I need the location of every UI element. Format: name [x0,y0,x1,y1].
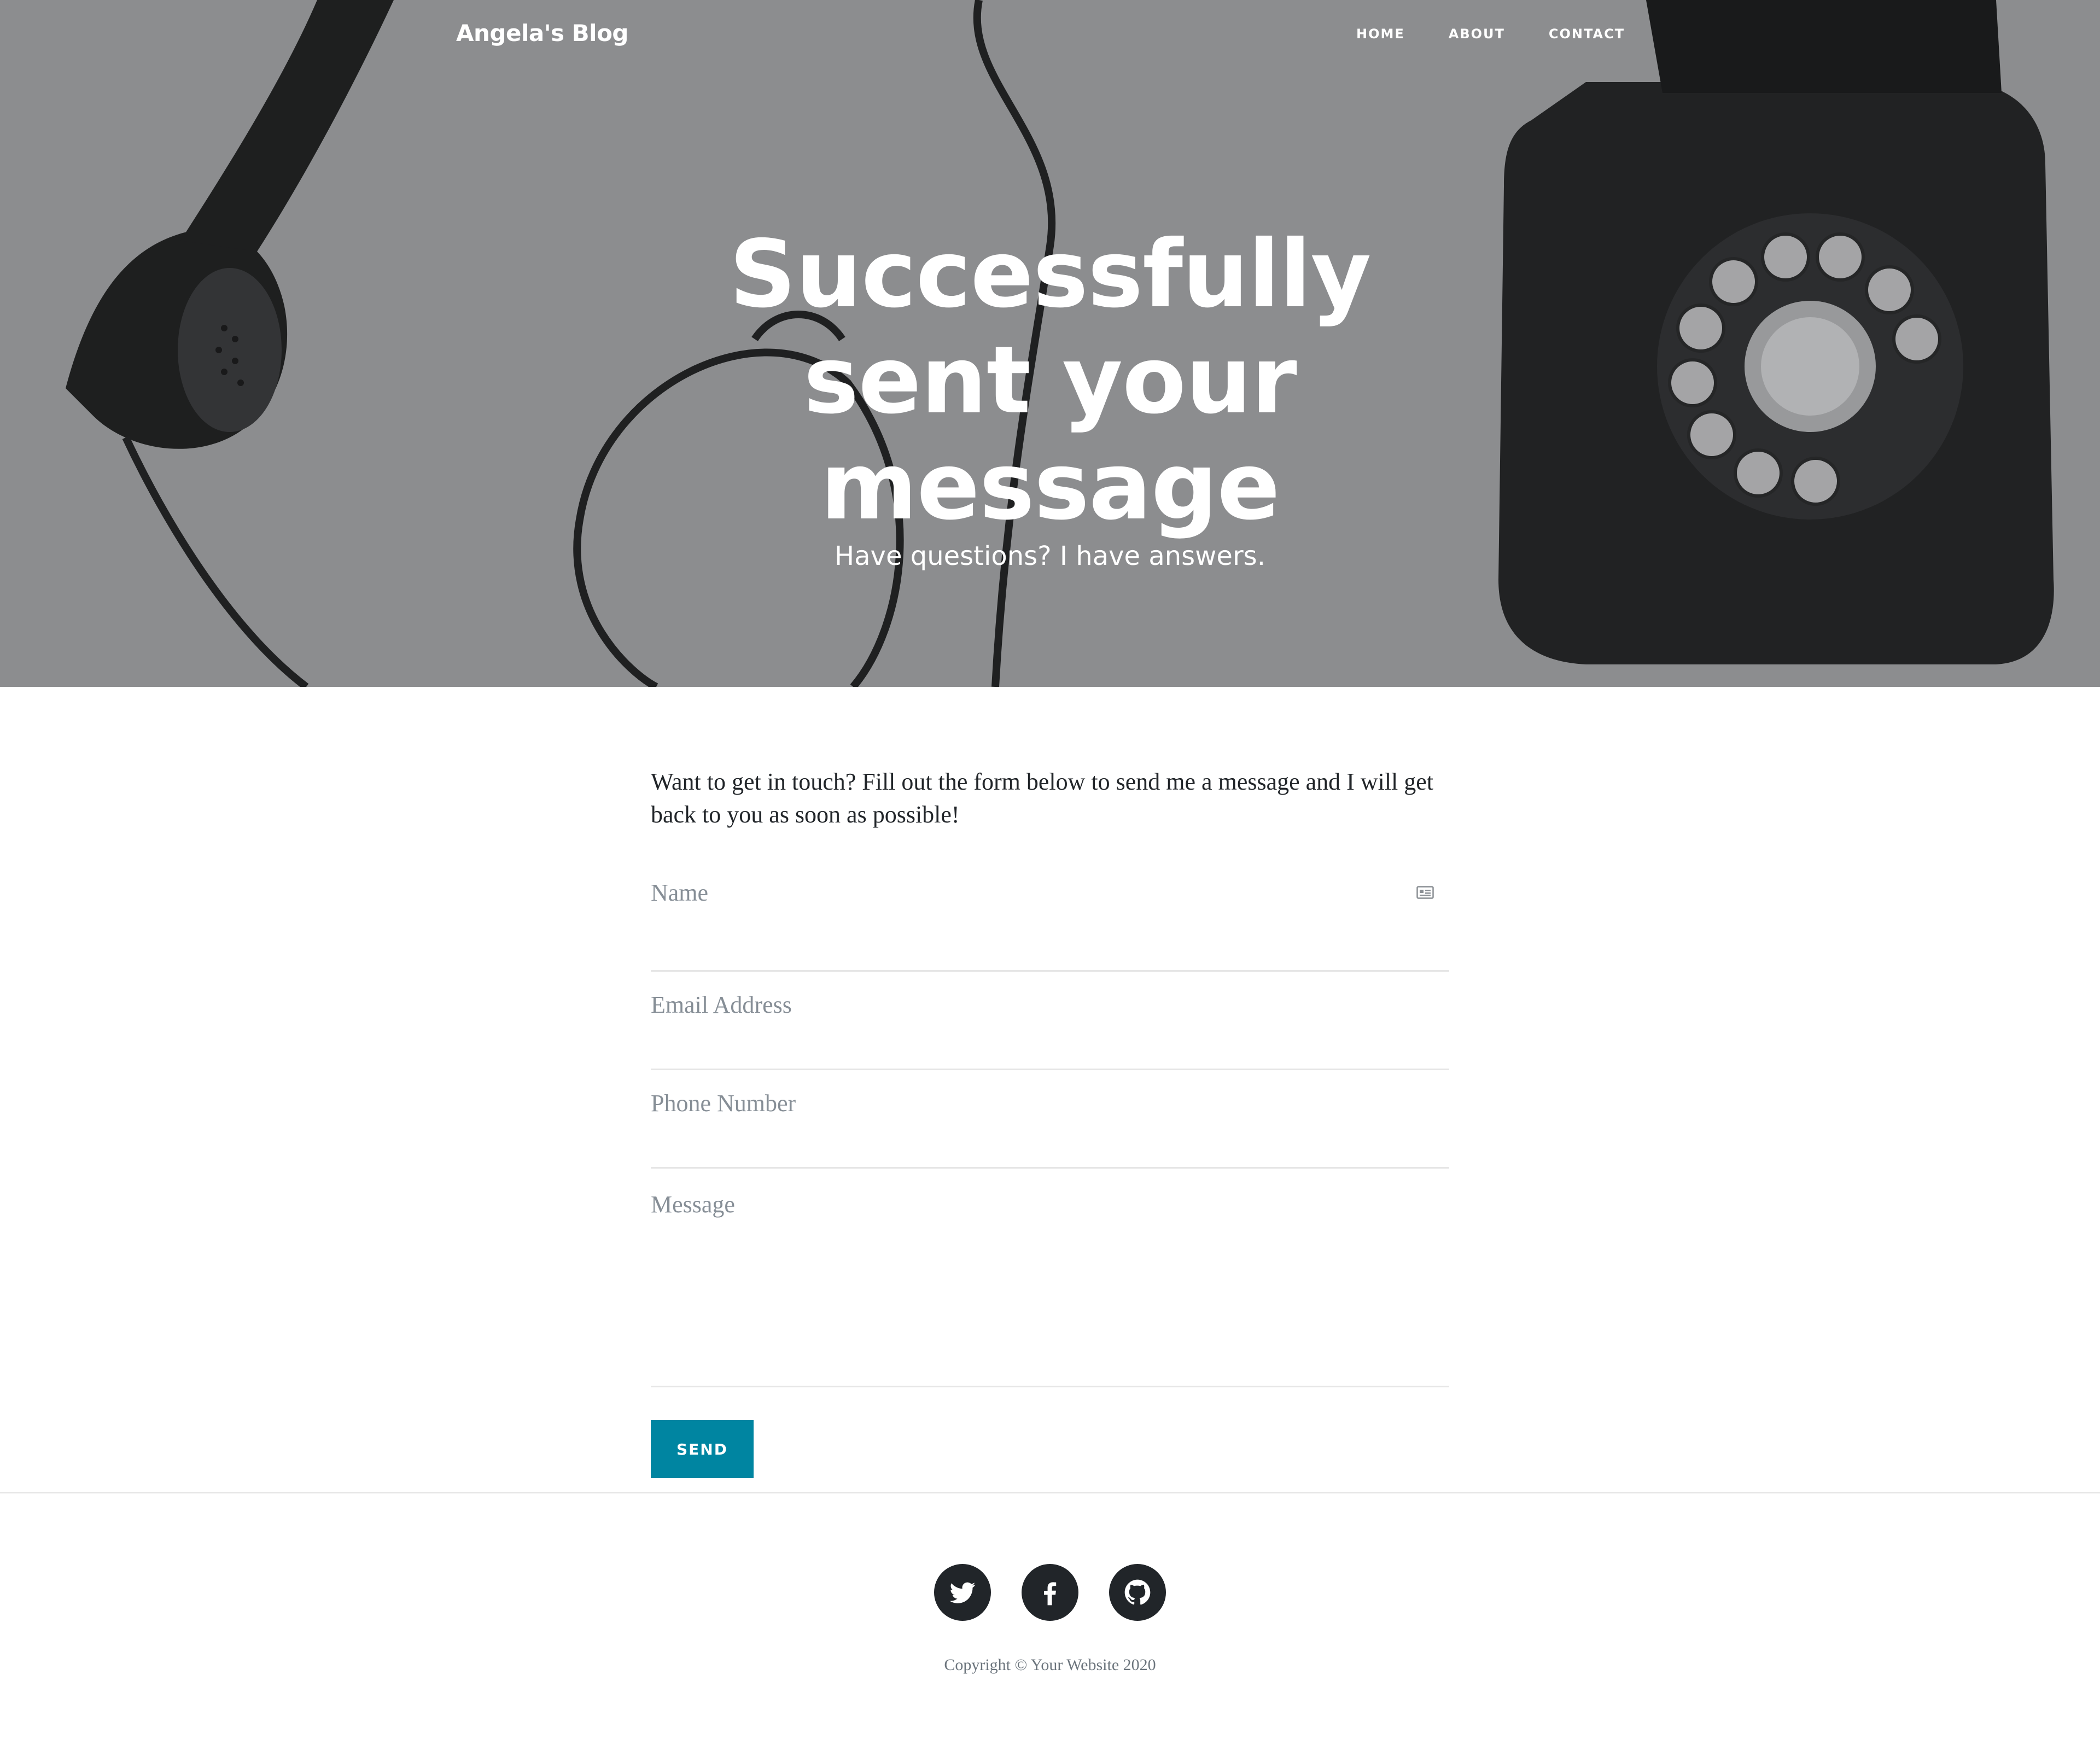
facebook-icon [1044,1582,1057,1606]
contact-intro-text: Want to get in touch? Fill out the form … [651,768,1434,828]
phone-field-group [651,1070,1449,1169]
hero-heading: Successfully sent your message Have ques… [0,221,2100,573]
contact-form: SEND [651,876,1449,1478]
email-field-group [651,972,1449,1070]
phone-input[interactable] [651,1087,1449,1119]
message-textarea[interactable] [651,1190,1449,1355]
nav-links: HOME ABOUT CONTACT [1356,26,1625,42]
page-subtitle: Have questions? I have answers. [835,541,1265,571]
twitter-icon [949,1582,976,1603]
send-button[interactable]: SEND [651,1420,754,1478]
github-icon [1124,1579,1151,1605]
contact-section: Want to get in touch? Fill out the form … [651,766,1449,1478]
name-input[interactable] [651,876,1449,909]
facebook-link[interactable] [1022,1564,1078,1621]
message-field-group [651,1169,1449,1387]
hero-header: Angela's Blog HOME ABOUT CONTACT Success… [0,0,2100,687]
contact-card-icon [1416,886,1434,899]
nav-link-contact[interactable]: CONTACT [1549,26,1625,42]
twitter-link[interactable] [934,1564,991,1621]
footer-divider [0,1492,2100,1493]
nav-link-about[interactable]: ABOUT [1449,26,1505,42]
page-title: Successfully sent your message [729,220,1371,541]
brand-logo-link[interactable]: Angela's Blog [456,20,629,46]
name-field-group [651,876,1449,972]
copyright-text: Copyright © Your Website 2020 [944,1656,1156,1674]
main-navbar: Angela's Blog HOME ABOUT CONTACT [0,0,2100,77]
social-links [0,1564,2100,1621]
email-input[interactable] [651,988,1449,1021]
github-link[interactable] [1109,1564,1166,1621]
nav-link-home[interactable]: HOME [1356,26,1405,42]
